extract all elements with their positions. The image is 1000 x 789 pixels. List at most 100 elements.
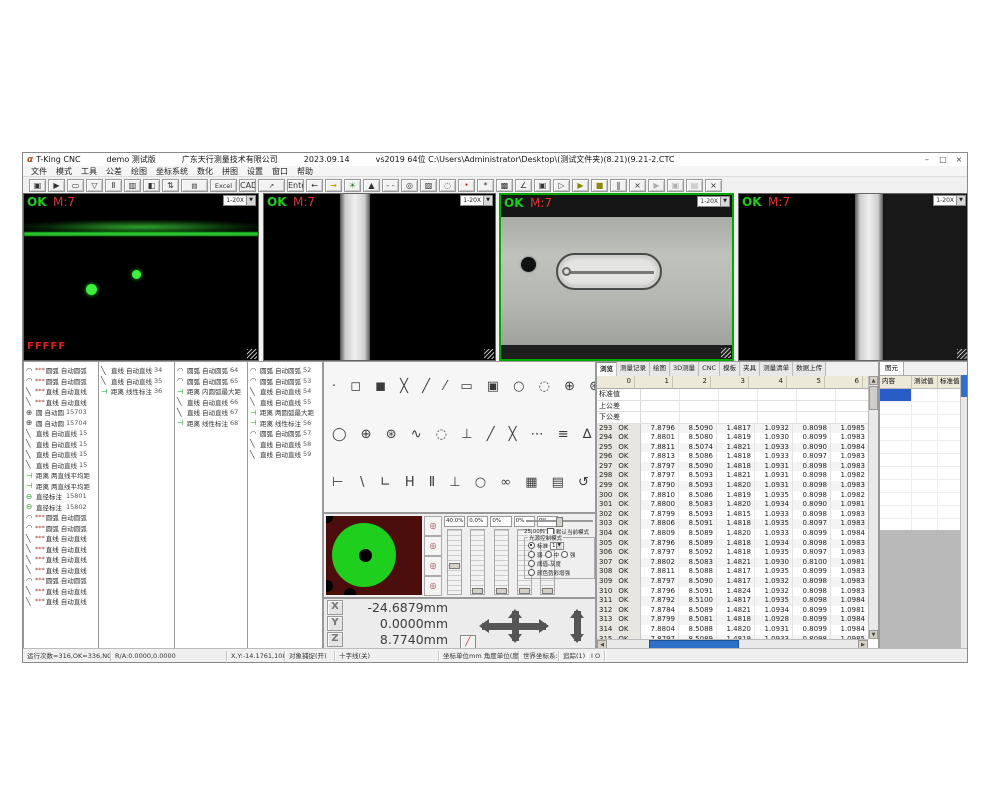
jog-y-arrows[interactable] (512, 611, 519, 641)
table-row[interactable]: 302OK 7.8799 8.5093 1.4815 1.0933 0.8098… (597, 510, 868, 520)
toolbar-button[interactable]: ▷ (553, 179, 570, 192)
table-row[interactable]: 313OK 7.8799 8.5081 1.4818 1.0928 0.8099… (597, 615, 868, 625)
toolbar-button[interactable]: Excel (210, 179, 237, 192)
toolbar-button[interactable]: ■ (591, 179, 608, 192)
list-item[interactable]: ◠ *** 圆弧 自动圆弧 (24, 376, 98, 387)
tolerance-row[interactable]: 标准值 (597, 389, 868, 401)
toolbar-button[interactable]: ▤ (686, 179, 703, 192)
list-item[interactable]: ╲ *** 直线 自动直线 (24, 533, 98, 544)
list-item[interactable]: ╲ *** 直线 自动直线 (24, 565, 98, 576)
list-item[interactable]: ◠ *** 圆弧 自动圆弧 (24, 512, 98, 523)
ring-segment-button[interactable]: ◎ (424, 536, 442, 556)
toolbar-button[interactable]: ▶ (648, 179, 665, 192)
toolbar-button[interactable]: Ⅱ (105, 179, 122, 192)
minimize-button[interactable]: – (919, 155, 935, 164)
menu-item[interactable]: 文件 (31, 166, 47, 177)
element-row[interactable] (880, 454, 968, 467)
toolbar-button[interactable]: ▣ (534, 179, 551, 192)
mode-mid-radio[interactable] (545, 551, 552, 558)
column-header[interactable]: 1 (635, 376, 673, 388)
list-item[interactable]: ◠ 圆弧 自动圆弧 64 (175, 365, 247, 376)
toolbar-button[interactable]: · (458, 179, 475, 192)
toolbar-button[interactable]: × (705, 179, 722, 192)
resize-grip-icon[interactable] (247, 349, 257, 359)
table-row[interactable]: 303OK 7.8806 8.5091 1.4818 1.0935 0.8097… (597, 519, 868, 529)
table-row[interactable]: 307OK 7.8802 8.5083 1.4821 1.0930 0.8100… (597, 558, 868, 568)
toolbar-button[interactable]: ↗ (258, 179, 285, 192)
scrollbar-thumb[interactable] (961, 375, 968, 397)
camera2-lens-select[interactable]: 1-20X ▼ (460, 195, 493, 206)
table-tab[interactable]: 测量记录 (617, 362, 650, 376)
list-item[interactable]: ⊣ 距离 线性标注 36 (99, 386, 174, 397)
table-row[interactable]: 311OK 7.8792 8.5100 1.4817 1.0935 0.8098… (597, 596, 868, 606)
camera-view-2[interactable]: OK M:7 1-20X ▼ (263, 193, 496, 361)
element-row[interactable] (880, 506, 968, 519)
menu-item[interactable]: 绘图 (131, 166, 147, 177)
toolbar-button[interactable]: ‖ (610, 179, 627, 192)
palette-row-1[interactable]: · ◻ ◼ ╳ ╱ ⁄ ▭ ▣ ○ ◌ ⊕ ⊛ ⊙ ↻ ⊕ ⊗ ◠ (324, 362, 595, 410)
light-slider-3[interactable]: 0% (490, 516, 511, 595)
list-item[interactable]: ◠ 圆弧 自动圆弧 57 (248, 428, 322, 439)
table-row[interactable]: 293OK 7.8796 8.5090 1.4817 1.0932 0.8098… (597, 424, 868, 434)
list-item[interactable]: ⊖ 直径标注 15802 (24, 502, 98, 513)
light-slider-2[interactable]: 0.0% (467, 516, 488, 595)
list-item[interactable]: ⊣ 距离 两直线平均距 (24, 470, 98, 481)
list-item[interactable]: ╲ 直线 自动直线 66 (175, 397, 247, 408)
toolbar-button[interactable]: ▶ (48, 179, 65, 192)
toolbar-button[interactable]: ∠ (515, 179, 532, 192)
element-row[interactable] (880, 415, 968, 428)
toolbar-button[interactable]: ▲ (363, 179, 380, 192)
table-row[interactable]: 300OK 7.8810 8.5086 1.4819 1.0935 0.8098… (597, 491, 868, 501)
ring-segment-button[interactable]: ◎ (424, 556, 442, 576)
list-item[interactable]: ◠ 圆弧 自动圆弧 53 (248, 376, 322, 387)
table-row[interactable]: 295OK 7.8811 8.5074 1.4821 1.0933 0.8090… (597, 443, 868, 453)
camera1-lens-select[interactable]: 1-20X ▼ (223, 195, 256, 206)
toolbar-button[interactable]: ▣ (667, 179, 684, 192)
slider-thumb[interactable] (556, 517, 563, 527)
table-tab[interactable]: 3D测量 (670, 362, 699, 376)
toolbar-button[interactable]: ▭ (67, 179, 84, 192)
chevron-down-icon[interactable]: ▼ (246, 196, 255, 205)
camera-view-1[interactable]: OK M:7 1-20X ▼ FFFFF (23, 193, 259, 361)
palette-row-2[interactable]: ◯ ⊕ ⊛ ∿ ◌ ⊥ ╱ ╳ ⋯ ≡ ∆ ≻ ◯ ⊕ ∠ A ∟ (324, 410, 595, 458)
chevron-down-icon[interactable]: ▼ (483, 196, 492, 205)
table-tab[interactable]: 绘图 (650, 362, 670, 376)
menu-item[interactable]: 工具 (81, 166, 97, 177)
list-item[interactable]: ╲ 直线 自动直线 67 (175, 407, 247, 418)
tolerance-row[interactable]: 下公差 (597, 412, 868, 424)
mode-number-select[interactable]: 1▼ (550, 542, 564, 550)
table-tab[interactable]: 模板 (720, 362, 740, 376)
list-item[interactable]: ◠ 圆弧 自动圆弧 65 (175, 376, 247, 387)
close-button[interactable]: × (951, 155, 967, 164)
maximize-button[interactable]: □ (935, 155, 951, 164)
toolbar-button[interactable]: ☀ (344, 179, 361, 192)
camera4-lens-select[interactable]: 1-20X ▼ (933, 195, 966, 206)
palette-row-3[interactable]: ⊢ ∖ ∟ H Ⅱ ⊥ ○ ∞ ▦ ▤ ↺ □ × ▦ ∠ ∠ ∠ (324, 458, 595, 506)
tolerance-row[interactable]: 上公差 (597, 401, 868, 413)
list-item[interactable]: ⊕ 圆 自动圆 15704 (24, 418, 98, 429)
ring-light-preview[interactable] (326, 516, 422, 595)
table-row[interactable]: 294OK 7.8801 8.5080 1.4819 1.0930 0.8099… (597, 433, 868, 443)
slider-thumb[interactable] (496, 588, 507, 594)
list-item[interactable]: ╲ 直线 自动直线 15 (24, 460, 98, 471)
table-row[interactable]: 297OK 7.8797 8.5090 1.4818 1.0931 0.8098… (597, 462, 868, 472)
toolbar-button[interactable]: → (325, 179, 342, 192)
list-item[interactable]: ⊣ 距离 两圆弧最大距 (248, 407, 322, 418)
list-item[interactable]: ⊖ 直径标注 15801 (24, 491, 98, 502)
list-item[interactable]: ╲ *** 直线 自动直线 (24, 586, 98, 597)
toolbar-button[interactable]: ◎ (401, 179, 418, 192)
element-row[interactable] (880, 428, 968, 441)
table-row[interactable]: 312OK 7.8784 8.5089 1.4821 1.0934 0.8099… (597, 606, 868, 616)
list-item[interactable]: ⊕ 圆 自动圆 15703 (24, 407, 98, 418)
toolbar-button[interactable]: * (477, 179, 494, 192)
scrollbar-thumb[interactable] (869, 386, 878, 410)
ring-segment-button[interactable]: ◎ (424, 516, 442, 536)
toolbar-button[interactable]: × (629, 179, 646, 192)
mode-weak-radio[interactable] (528, 551, 535, 558)
toolbar-button[interactable]: ◌ (439, 179, 456, 192)
toolbar-button[interactable]: ◧ (143, 179, 160, 192)
column-header[interactable]: 6 (825, 376, 863, 388)
list-item[interactable]: ╲ 直线 自动直线 34 (99, 365, 174, 376)
toolbar-button[interactable]: ▩ (496, 179, 513, 192)
column-header[interactable]: 3 (711, 376, 749, 388)
